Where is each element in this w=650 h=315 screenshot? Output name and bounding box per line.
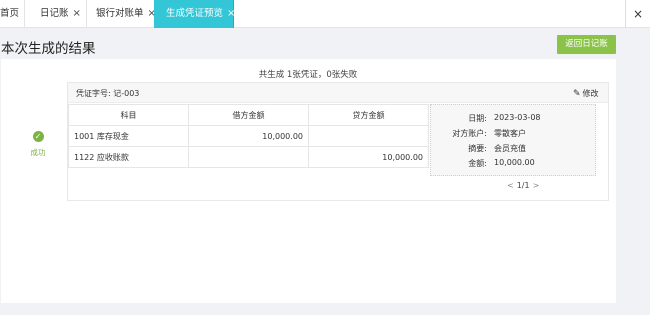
voucher-header: 凭证字号: 记-003 ✎ 修改 <box>68 83 608 103</box>
table-empty-row <box>68 167 429 203</box>
info-counterparty-label: 对方账户: <box>452 129 487 138</box>
tab-bank-statement[interactable]: 银行对账单 × <box>96 0 156 28</box>
info-date-value: 2023-03-08 <box>494 113 541 122</box>
cell-account: 1122 应收账款 <box>68 146 189 168</box>
tab-home[interactable]: 首页 <box>0 0 19 28</box>
tab-divider <box>86 0 87 28</box>
edit-label: 修改 <box>582 89 599 98</box>
status-text: 成功 <box>30 148 46 157</box>
tab-journal[interactable]: 日记账 × <box>40 0 81 28</box>
voucher-card: 凭证字号: 记-003 ✎ 修改 科目 借方金额 贷方金额 1001 库存现金 1… <box>67 82 609 203</box>
column-header-debit: 借方金额 <box>188 104 309 126</box>
info-counterparty-value: 零散客户 <box>494 129 526 138</box>
cell-credit <box>308 125 429 147</box>
voucher-info-box: 日期: 2023-03-08 对方账户: 零散客户 摘要: 会员充值 金额: 1… <box>430 104 596 176</box>
back-to-journal-button[interactable]: 返回日记账 <box>557 35 616 54</box>
tab-divider <box>24 0 25 28</box>
tab-home-label: 首页 <box>0 8 20 19</box>
status-indicator: ✓ 成功 <box>25 131 51 158</box>
table-header-row: 科目 借方金额 贷方金额 <box>68 104 429 126</box>
table-row: 1122 应收账款 10,000.00 <box>68 146 429 168</box>
cell-credit: 10,000.00 <box>308 146 429 168</box>
prev-page-button[interactable]: < <box>507 181 514 190</box>
close-icon[interactable]: × <box>227 8 235 19</box>
next-page-button[interactable]: > <box>533 181 540 190</box>
page-title: 本次生成的结果 <box>1 41 96 57</box>
info-amount-label: 金额: <box>468 159 487 168</box>
generation-summary: 共生成 1张凭证，0张失败 <box>258 70 358 80</box>
column-header-account: 科目 <box>68 104 189 126</box>
cell-account: 1001 库存现金 <box>68 125 189 147</box>
tab-bank-statement-label: 银行对账单 <box>96 8 144 19</box>
edit-button[interactable]: ✎ 修改 <box>573 88 599 99</box>
voucher-entries-table: 科目 借方金额 贷方金额 1001 库存现金 10,000.00 1122 应收… <box>68 104 429 203</box>
info-summary-label: 摘要: <box>468 144 487 153</box>
tab-voucher-preview[interactable]: 生成凭证预览 × <box>154 0 235 28</box>
edit-icon: ✎ <box>573 89 581 99</box>
cell-debit: 10,000.00 <box>188 125 309 147</box>
info-summary-value: 会员充值 <box>494 144 526 153</box>
info-amount-value: 10,000.00 <box>494 158 535 167</box>
info-date-label: 日期: <box>468 114 487 123</box>
page-indicator: 1/1 <box>516 181 530 190</box>
tab-voucher-preview-label: 生成凭证预览 <box>166 8 224 19</box>
table-row: 1001 库存现金 10,000.00 <box>68 125 429 147</box>
close-icon[interactable]: × <box>73 8 81 19</box>
tab-bar: 首页 日记账 × 银行对账单 × 生成凭证预览 × × <box>0 0 650 28</box>
close-all-tabs-button[interactable]: × <box>625 0 650 28</box>
voucher-number: 凭证字号: 记-003 <box>76 89 140 98</box>
close-icon: × <box>632 7 644 21</box>
check-icon: ✓ <box>32 131 44 142</box>
tab-journal-label: 日记账 <box>40 8 69 19</box>
pagination: <1/1 > <box>504 181 542 190</box>
column-header-credit: 贷方金额 <box>308 104 429 126</box>
cell-debit <box>188 146 309 168</box>
